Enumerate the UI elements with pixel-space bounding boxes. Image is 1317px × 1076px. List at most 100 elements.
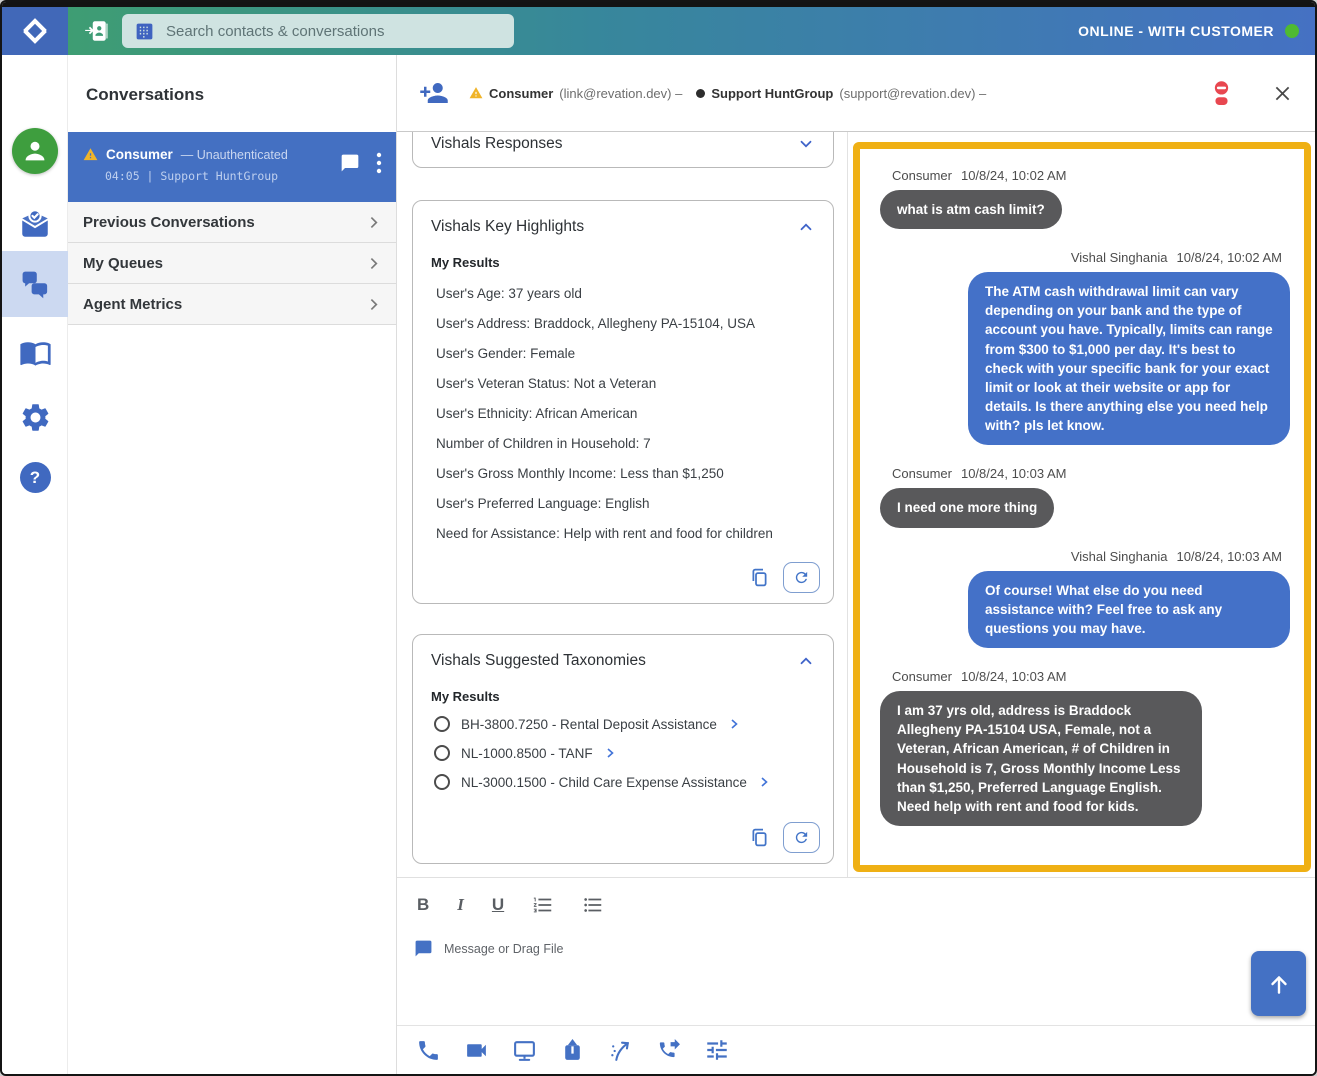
chat-bubble-icon[interactable] [340,153,360,173]
highlight-item: Need for Assistance: Help with rent and … [436,519,815,549]
nav-help[interactable]: ? [2,462,68,493]
message-group: Consumer10/8/24, 10:02 AM what is atm ca… [880,168,1290,229]
close-icon[interactable] [1272,83,1293,104]
taxonomy-option[interactable]: NL-1000.8500 - TANF [434,745,815,761]
taxonomy-options: BH-3800.7250 - Rental Deposit Assistance… [413,704,833,790]
section-label: Agent Metrics [83,296,182,313]
refresh-button[interactable] [783,822,820,853]
taxonomy-option[interactable]: BH-3800.7250 - Rental Deposit Assistance [434,716,815,732]
numbered-list-button[interactable] [532,894,554,916]
bullet-list-button[interactable] [582,894,604,916]
copy-icon[interactable] [749,567,770,588]
radio-button[interactable] [434,716,450,732]
section-my-queues[interactable]: My Queues [68,243,396,284]
call-transfer-button[interactable] [656,1038,681,1063]
phone-call-button[interactable] [416,1038,441,1063]
participant-name: Consumer [489,86,553,101]
send-button[interactable] [1251,951,1306,1016]
add-participant-button[interactable] [419,78,449,108]
arrow-up-icon [1266,971,1292,997]
warning-icon [469,86,483,100]
underline-button[interactable]: U [492,895,504,915]
person-icon [20,136,50,166]
participant-support[interactable]: Support HuntGroup (support@revation.dev)… [682,86,986,101]
taxonomy-label: BH-3800.7250 - Rental Deposit Assistance [461,717,717,732]
agent-status[interactable]: ONLINE - WITH CUSTOMER [1078,23,1299,39]
nav-inbox[interactable] [2,207,68,241]
chevron-up-icon[interactable] [797,218,815,236]
nav-profile[interactable] [2,128,68,174]
video-call-button[interactable] [464,1038,489,1063]
message-author: Vishal Singhania [1071,250,1168,265]
numbered-list-icon [532,894,554,916]
key-highlights-list: User's Age: 37 years old User's Address:… [413,270,833,549]
avatar [12,128,58,174]
message-time: 10/8/24, 10:02 AM [1176,250,1282,265]
bold-button[interactable]: B [417,895,429,915]
message-author: Consumer [892,466,952,481]
conversations-panel: Conversations Consumer — Unauthenticated… [68,55,397,1074]
app-logo[interactable] [2,7,68,55]
audio-settings-button[interactable] [704,1037,730,1063]
chevron-right-icon[interactable] [604,747,616,759]
chevron-right-icon [365,255,382,272]
conversation-item-consumer[interactable]: Consumer — Unauthenticated 04:05 | Suppo… [68,132,396,202]
nav-directory[interactable] [2,336,68,369]
message-time: 10/8/24, 10:03 AM [961,466,1067,481]
section-label: My Queues [83,255,163,272]
chevron-up-icon[interactable] [797,652,815,670]
participant-address: (support@revation.dev) – [839,86,986,101]
message-input[interactable]: Message or Drag File [397,916,1315,958]
chat-header: Consumer (link@revation.dev) – Support H… [397,55,1315,132]
add-contact-button[interactable] [83,18,109,44]
screen-share-button[interactable] [512,1038,537,1063]
nav-rail: ? [2,55,68,1074]
search-box[interactable] [122,14,514,48]
italic-button[interactable]: I [457,895,464,915]
highlight-item: User's Age: 37 years old [436,279,815,309]
section-previous-conversations[interactable]: Previous Conversations [68,202,396,243]
chevron-right-icon[interactable] [728,718,740,730]
radio-button[interactable] [434,774,450,790]
chat-bubble-icon [414,939,433,958]
message-group: Vishal Singhania 10/8/24, 10:02 AM The AT… [880,250,1290,445]
inbox-check-icon [18,207,52,241]
radio-button[interactable] [434,745,450,761]
kebab-menu-icon[interactable] [376,152,382,174]
my-results-label: My Results [413,255,833,270]
key-highlights-title: Vishals Key Highlights [431,218,584,236]
chevron-right-icon [365,296,382,313]
person-add-icon [419,78,449,108]
section-agent-metrics[interactable]: Agent Metrics [68,284,396,325]
column-divider [847,132,848,877]
top-bar: ONLINE - WITH CUSTOMER [2,7,1315,55]
phone-icon [416,1038,441,1063]
chat-transcript[interactable]: Consumer 10/8/24, 10:02 AM what is atm ca… [853,142,1311,872]
agent-status-label: ONLINE - WITH CUSTOMER [1078,23,1274,39]
video-icon [464,1038,489,1063]
nav-conversations-active[interactable] [2,251,68,317]
file-upload-icon [560,1038,585,1063]
message-bubble: I am 37 yrs old, address is Braddock All… [880,691,1202,826]
message-bubble: The ATM cash withdrawal limit can vary d… [968,272,1290,445]
main-area: Consumer (link@revation.dev) – Support H… [397,55,1315,1074]
message-bubble: what is atm cash limit? [880,190,1062,229]
responses-card-title: Vishals Responses [431,135,563,153]
diamond-logo-icon [21,17,49,45]
ai-escalate-button[interactable] [608,1038,633,1063]
chevron-right-icon[interactable] [758,776,770,788]
bullet-list-icon [582,894,604,916]
conversations-icon [20,269,51,300]
search-input[interactable] [166,23,502,40]
taxonomy-option[interactable]: NL-3000.1500 - Child Care Expense Assist… [434,774,815,790]
participant-name: Support HuntGroup [711,86,833,101]
copy-icon[interactable] [749,827,770,848]
refresh-button[interactable] [783,562,820,593]
participant-consumer[interactable]: Consumer (link@revation.dev) – [469,86,682,101]
conversation-name: Consumer [106,147,173,162]
file-send-button[interactable] [560,1038,585,1063]
remove-participant-icon[interactable] [1209,80,1234,106]
app-window: ONLINE - WITH CUSTOMER ? Conversations [0,0,1317,1076]
nav-settings[interactable] [2,401,68,434]
chevron-down-icon[interactable] [797,135,815,153]
